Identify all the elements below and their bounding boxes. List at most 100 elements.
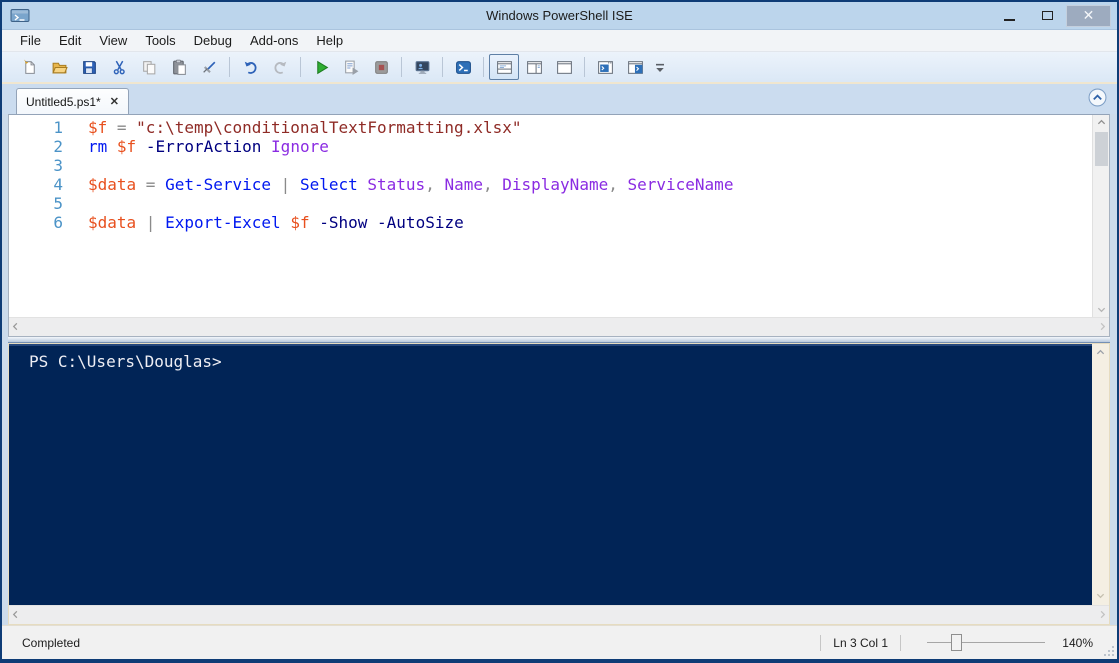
show-script-pane-top-icon <box>496 60 512 74</box>
status-bar: Completed Ln 3 Col 1 140% <box>2 625 1117 659</box>
scroll-left-icon[interactable] <box>11 606 20 624</box>
console-pane: PS C:\Users\Douglas> <box>8 343 1110 625</box>
code-line[interactable]: 3 <box>9 156 1092 175</box>
code-line[interactable]: 4 $data = Get-Service | Select Status, Na… <box>9 175 1092 194</box>
scroll-up-icon[interactable] <box>1093 115 1109 130</box>
menu-item-view[interactable]: View <box>91 31 135 50</box>
new-remote-powershell-tab-button[interactable] <box>407 54 437 80</box>
stop-operation-button[interactable] <box>366 54 396 80</box>
redo-button[interactable] <box>265 54 295 80</box>
code-text: $f = "c:\temp\conditionalTextFormatting.… <box>88 118 522 137</box>
open-script-icon <box>51 62 68 73</box>
show-script-pane-maximized-icon <box>556 60 572 74</box>
run-script-button[interactable] <box>306 54 336 80</box>
run-selection-button[interactable] <box>336 54 366 80</box>
toolbar-separator <box>584 57 585 77</box>
show-script-pane-top-button[interactable] <box>489 54 519 80</box>
menu-item-debug[interactable]: Debug <box>186 31 240 50</box>
copy-icon <box>142 60 155 74</box>
run-selection-icon <box>344 60 358 75</box>
cut-button[interactable] <box>104 54 134 80</box>
paste-icon <box>172 59 186 75</box>
zoom-slider-thumb[interactable] <box>951 634 962 651</box>
toolbar-overflow-button[interactable] <box>652 54 668 80</box>
menu-item-help[interactable]: Help <box>308 31 351 50</box>
zoom-slider[interactable] <box>927 634 1045 651</box>
menu-item-file[interactable]: File <box>12 31 49 50</box>
tab-close-icon[interactable]: ✕ <box>110 95 119 108</box>
statusbar-separator <box>820 634 822 651</box>
show-script-pane-right-icon <box>526 60 542 74</box>
console-vertical-scrollbar[interactable] <box>1092 344 1109 605</box>
console-prompt: PS C:\Users\Douglas> <box>29 352 222 371</box>
menu-item-tools[interactable]: Tools <box>137 31 183 50</box>
undo-button[interactable] <box>235 54 265 80</box>
scroll-left-icon[interactable] <box>11 318 20 336</box>
powershell-ise-window: Windows PowerShell ISE ✕ File Edit View Too… <box>0 0 1119 663</box>
minimize-button[interactable] <box>990 5 1028 27</box>
menu-item-addons[interactable]: Add-ons <box>242 31 306 50</box>
powershell-window-button[interactable] <box>620 54 650 80</box>
window-controls: ✕ <box>990 2 1117 29</box>
line-number: 1 <box>53 118 63 137</box>
minimize-icon <box>1003 18 1015 21</box>
script-pane: 1 $f = "c:\temp\conditionalTextFormatting… <box>8 114 1110 337</box>
powershell-window-icon <box>627 60 643 74</box>
collapse-script-pane-button[interactable] <box>1088 88 1107 107</box>
start-powershell-button[interactable] <box>448 54 478 80</box>
close-icon: ✕ <box>1082 7 1095 23</box>
tab-strip: Untitled5.ps1* ✕ <box>2 84 1117 114</box>
menu-item-edit[interactable]: Edit <box>51 31 89 50</box>
paste-button[interactable] <box>164 54 194 80</box>
script-editor[interactable]: 1 $f = "c:\temp\conditionalTextFormatting… <box>9 115 1092 317</box>
copy-button[interactable] <box>134 54 164 80</box>
save-icon <box>82 60 96 74</box>
new-script-icon <box>23 59 35 74</box>
editor-vertical-scrollbar[interactable] <box>1092 115 1109 317</box>
toolbar-overflow-icon <box>656 63 664 72</box>
powershell-tab-icon <box>597 60 613 74</box>
open-script-button[interactable] <box>44 54 74 80</box>
start-powershell-icon <box>455 60 471 74</box>
save-button[interactable] <box>74 54 104 80</box>
scroll-up-icon[interactable] <box>1096 344 1105 362</box>
new-remote-powershell-tab-icon <box>415 60 429 74</box>
toolbar-separator <box>483 57 484 77</box>
show-script-pane-right-button[interactable] <box>519 54 549 80</box>
show-script-pane-maximized-button[interactable] <box>549 54 579 80</box>
tab-untitled5[interactable]: Untitled5.ps1* ✕ <box>16 88 129 114</box>
zoom-slider-track[interactable] <box>927 642 1045 643</box>
code-text: rm $f -ErrorAction Ignore <box>88 137 329 156</box>
resize-grip-icon[interactable] <box>1102 644 1114 656</box>
toolbar-separator <box>401 57 402 77</box>
new-script-button[interactable] <box>14 54 44 80</box>
close-button[interactable]: ✕ <box>1066 4 1111 27</box>
code-line[interactable]: 5 <box>9 194 1092 213</box>
scroll-down-icon[interactable] <box>1093 302 1109 317</box>
maximize-button[interactable] <box>1028 5 1066 27</box>
line-number: 2 <box>53 137 63 156</box>
status-text: Completed <box>22 635 81 650</box>
editor-horizontal-scrollbar[interactable] <box>9 317 1109 336</box>
undo-icon <box>244 61 257 74</box>
console-input-area[interactable]: PS C:\Users\Douglas> <box>9 344 1092 605</box>
code-line[interactable]: 1 $f = "c:\temp\conditionalTextFormatting… <box>9 118 1092 137</box>
status-right-cluster: Ln 3 Col 1 140% <box>808 634 1093 651</box>
line-number: 5 <box>53 194 63 213</box>
code-line[interactable]: 2 rm $f -ErrorAction Ignore <box>9 137 1092 156</box>
toolbar-separator <box>300 57 301 77</box>
clear-console-pane-button[interactable] <box>194 54 224 80</box>
scroll-down-icon[interactable] <box>1096 587 1105 605</box>
scroll-right-icon[interactable] <box>1098 606 1107 624</box>
console-horizontal-scrollbar[interactable] <box>9 605 1109 624</box>
line-number: 6 <box>53 213 63 232</box>
scrollbar-thumb[interactable] <box>1094 132 1108 166</box>
scroll-right-icon[interactable] <box>1098 318 1107 336</box>
cursor-position: Ln 3 Col 1 <box>833 635 888 650</box>
powershell-tab-button[interactable] <box>590 54 620 80</box>
clear-console-pane-icon <box>202 61 215 73</box>
title-bar: Windows PowerShell ISE ✕ <box>2 2 1117 30</box>
code-line[interactable]: 6 $data | Export-Excel $f -Show -AutoSize <box>9 213 1092 232</box>
